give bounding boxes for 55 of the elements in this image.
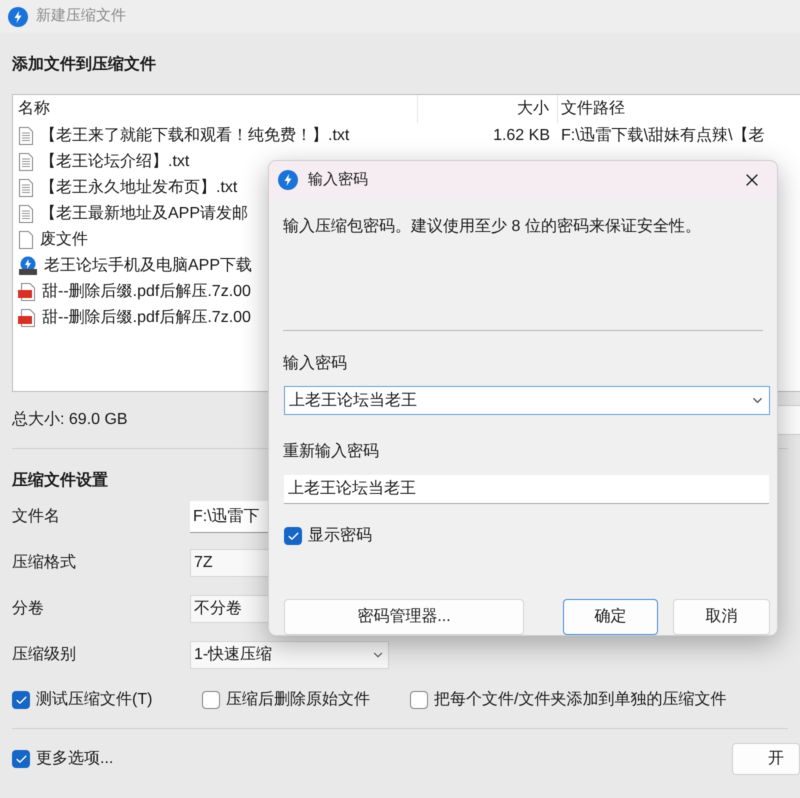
field-label: 压缩级别: [12, 644, 77, 665]
file-size: 1.62 KB: [493, 127, 550, 144]
app-logo-icon: [8, 6, 28, 26]
checkbox[interactable]: [284, 527, 302, 545]
field-label: 分卷: [12, 599, 45, 619]
file-icon: [18, 230, 34, 250]
checkbox-label: 显示密码: [308, 526, 372, 546]
checkbox[interactable]: [12, 750, 30, 768]
text-file-icon: [18, 152, 34, 172]
section-heading: 压缩文件设置: [12, 470, 108, 491]
archive-file-icon: [18, 256, 38, 276]
dialog-button[interactable]: 密码管理器...: [284, 599, 524, 635]
file-name: 甜--删除后缀.pdf后解压.7z.00: [42, 282, 251, 302]
field-label: 重新输入密码: [283, 442, 380, 462]
check-icon: [14, 694, 28, 706]
column-header[interactable]: 文件路径: [558, 97, 625, 121]
section-heading: 添加文件到压缩文件: [12, 54, 156, 75]
pdf-file-icon: [18, 308, 36, 328]
checkbox-label: 压缩后删除原始文件: [226, 690, 370, 710]
dialog-title: 输入密码: [308, 170, 368, 190]
file-name: 废文件: [40, 230, 88, 250]
column-header[interactable]: 名称: [18, 95, 418, 123]
app-logo-icon: [278, 170, 298, 190]
checkbox-label: 把每个文件/文件夹添加到单独的压缩文件: [434, 690, 726, 710]
dropdown[interactable]: 1-快速压缩: [190, 641, 389, 669]
total-size: 总大小: 69.0 GB: [12, 410, 128, 430]
field-label: 输入密码: [283, 354, 348, 374]
password-dropdown[interactable]: 上老王论坛当老王: [284, 386, 770, 415]
pdf-file-icon: [18, 282, 36, 302]
check-icon: [286, 530, 300, 542]
checkbox-label: 更多选项...: [36, 748, 114, 769]
text-file-icon: [18, 126, 34, 146]
checkbox-label: 测试压缩文件(T): [36, 690, 152, 710]
checkbox[interactable]: [12, 691, 30, 709]
file-name: 【老王最新地址及APP请发邮: [40, 204, 248, 224]
check-icon: [14, 752, 28, 766]
start-button[interactable]: 开: [732, 743, 800, 775]
file-name: 【老王来了就能下载和观看！纯免费！】.txt: [40, 126, 350, 146]
text-file-icon: [18, 204, 34, 224]
dialog-button[interactable]: 取消: [673, 599, 770, 635]
column-header[interactable]: 大小: [418, 95, 558, 123]
file-name: 老王论坛手机及电脑APP下载: [44, 256, 252, 276]
file-name: 【老王永久地址发布页】.txt: [40, 178, 238, 198]
field-label: 压缩格式: [12, 552, 77, 573]
dialog-message: 输入压缩包密码。建议使用至少 8 位的密码来保证安全性。: [283, 216, 702, 237]
file-path: F:\迅雷下载\甜妹有点辣\【老: [561, 127, 765, 144]
checkbox[interactable]: [202, 691, 220, 709]
dialog-button[interactable]: 确定: [563, 599, 658, 635]
window-title: 新建压缩文件: [36, 6, 126, 26]
checkbox[interactable]: [410, 691, 428, 709]
field-label: 文件名: [12, 506, 61, 527]
file-name: 【老王论坛介绍】.txt: [40, 152, 190, 172]
file-name: 甜--删除后缀.pdf后解压.7z.00: [42, 308, 251, 328]
text-file-icon: [18, 178, 34, 198]
input-field[interactable]: 上老王论坛当老王: [284, 475, 769, 504]
